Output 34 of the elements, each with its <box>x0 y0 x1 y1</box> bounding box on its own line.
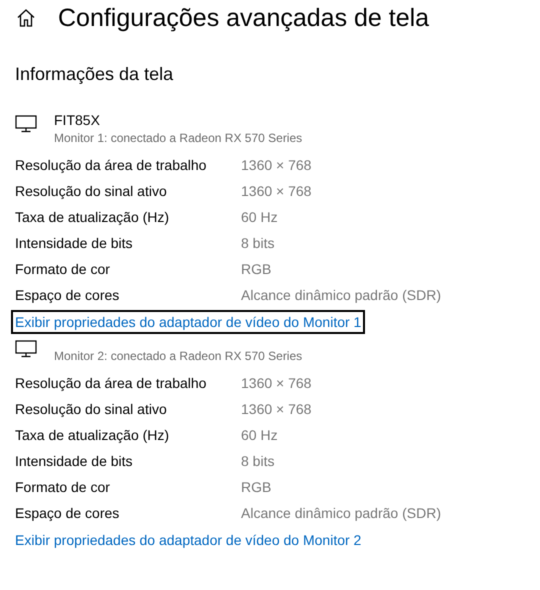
detail-label: Formato de cor <box>15 260 111 279</box>
detail-value: 1360 × 768 <box>241 156 312 175</box>
home-icon[interactable] <box>16 8 36 28</box>
detail-label: Espaço de cores <box>15 504 120 523</box>
detail-label: Resolução do sinal ativo <box>15 182 168 201</box>
detail-value: RGB <box>241 478 272 497</box>
detail-value: Alcance dinâmico padrão (SDR) <box>241 286 442 305</box>
monitor-icon <box>15 115 37 133</box>
detail-label: Formato de cor <box>15 478 111 497</box>
detail-value: RGB <box>241 260 272 279</box>
detail-value: 8 bits <box>241 234 276 253</box>
detail-label: Intensidade de bits <box>15 452 134 471</box>
detail-value: 60 Hz <box>241 208 279 227</box>
detail-value: 1360 × 768 <box>241 374 312 393</box>
adapter-properties-link[interactable]: Exibir propriedades do adaptador de vídeo do Monitor 1 <box>11 310 366 334</box>
detail-value: 60 Hz <box>241 426 279 445</box>
detail-label: Taxa de atualização (Hz) <box>15 426 170 445</box>
monitor-icon <box>15 340 37 358</box>
page-title: Configurações avançadas de tela <box>58 3 430 34</box>
detail-value: 1360 × 768 <box>241 182 312 201</box>
detail-value: 8 bits <box>241 452 276 471</box>
monitor-connection: Monitor 2: conectado a Radeon RX 570 Series <box>54 348 304 364</box>
detail-label: Intensidade de bits <box>15 234 134 253</box>
adapter-properties-link[interactable]: Exibir propriedades do adaptador de vídeo do Monitor 2 <box>11 528 366 552</box>
monitor-name: FIT85X <box>54 111 101 130</box>
detail-label: Resolução da área de trabalho <box>15 374 208 393</box>
section-title: Informações da tela <box>15 63 174 86</box>
detail-label: Resolução da área de trabalho <box>15 156 208 175</box>
detail-label: Espaço de cores <box>15 286 120 305</box>
detail-value: Alcance dinâmico padrão (SDR) <box>241 504 442 523</box>
detail-value: 1360 × 768 <box>241 400 312 419</box>
monitor-connection: Monitor 1: conectado a Radeon RX 570 Series <box>54 130 304 146</box>
detail-label: Taxa de atualização (Hz) <box>15 208 170 227</box>
detail-label: Resolução do sinal ativo <box>15 400 168 419</box>
